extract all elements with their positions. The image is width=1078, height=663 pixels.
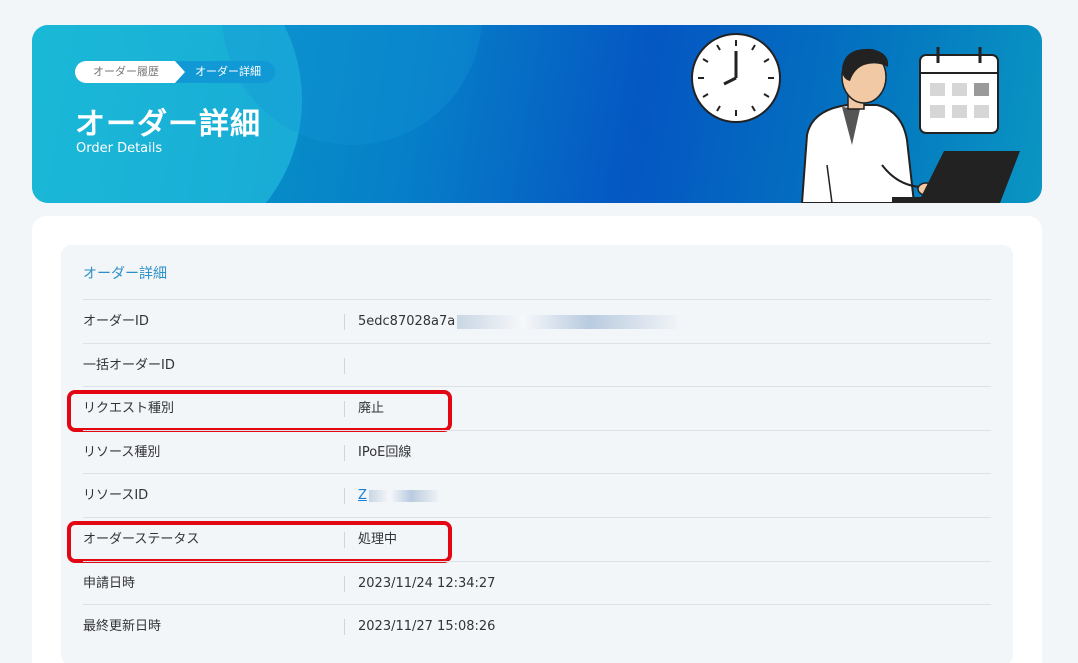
clock-icon (691, 33, 781, 123)
breadcrumb-current: オーダー詳細 (175, 61, 275, 83)
detail-value: 2023/11/24 12:34:27 (358, 575, 496, 591)
divider (344, 575, 345, 592)
order-detail-panel: オーダー詳細 オーダーID 5edc87028a7a 一括オーダーID リクエス… (61, 245, 1013, 663)
detail-label: オーダーステータス (83, 531, 200, 547)
order-id-value: 5edc87028a7a (358, 314, 456, 329)
divider (344, 531, 345, 548)
detail-row-order-status: オーダーステータス 処理中 (67, 516, 991, 563)
divider (344, 444, 345, 461)
worker-illustration (691, 33, 1020, 203)
detail-value: 5edc87028a7a (358, 300, 678, 343)
detail-label: リソース種別 (83, 444, 161, 460)
detail-row-updated-at: 最終更新日時 2023/11/27 15:08:26 (83, 604, 991, 648)
detail-value: IPoE回線 (358, 444, 412, 460)
detail-list: オーダーID 5edc87028a7a 一括オーダーID リクエスト種別 廃止 … (67, 299, 991, 648)
detail-label: オーダーID (83, 314, 149, 329)
detail-label: リクエスト種別 (83, 401, 175, 417)
content-card: オーダー詳細 オーダーID 5edc87028a7a 一括オーダーID リクエス… (32, 216, 1042, 663)
detail-label: 申請日時 (83, 575, 136, 591)
divider (344, 488, 345, 505)
divider (344, 357, 345, 374)
detail-row-applied-at: 申請日時 2023/11/24 12:34:27 (83, 560, 991, 605)
breadcrumb: オーダー履歴 オーダー詳細 (75, 61, 275, 83)
divider (344, 314, 345, 330)
detail-value: 廃止 (358, 401, 385, 417)
detail-label: 最終更新日時 (83, 619, 162, 635)
breadcrumb-order-history-link[interactable]: オーダー履歴 (75, 61, 185, 83)
panel-title: オーダー詳細 (83, 266, 167, 282)
detail-label: 一括オーダーID (83, 357, 175, 373)
page-header-banner: オーダー履歴 オーダー詳細 オーダー詳細 Order Details (32, 25, 1042, 203)
calendar-icon (919, 47, 999, 134)
detail-label: リソースID (83, 488, 149, 504)
resource-id-value: Z (358, 488, 367, 504)
divider (344, 619, 345, 636)
detail-row-bulk-order-id: 一括オーダーID (83, 342, 991, 387)
detail-row-order-id: オーダーID 5edc87028a7a (83, 299, 991, 343)
person-illustration (800, 48, 935, 203)
detail-row-request-type: リクエスト種別 廃止 (67, 386, 991, 433)
detail-value: 2023/11/27 15:08:26 (358, 619, 496, 635)
resource-id-link[interactable]: Z (358, 474, 439, 517)
redacted-text (368, 489, 439, 502)
page-title: オーダー詳細 (75, 107, 261, 142)
redacted-text (457, 314, 678, 329)
page-subtitle: Order Details (76, 141, 163, 156)
detail-row-resource-id: リソースID Z (83, 473, 991, 517)
divider (344, 401, 345, 418)
detail-value: 処理中 (358, 531, 398, 547)
detail-row-resource-type: リソース種別 IPoE回線 (83, 429, 991, 474)
